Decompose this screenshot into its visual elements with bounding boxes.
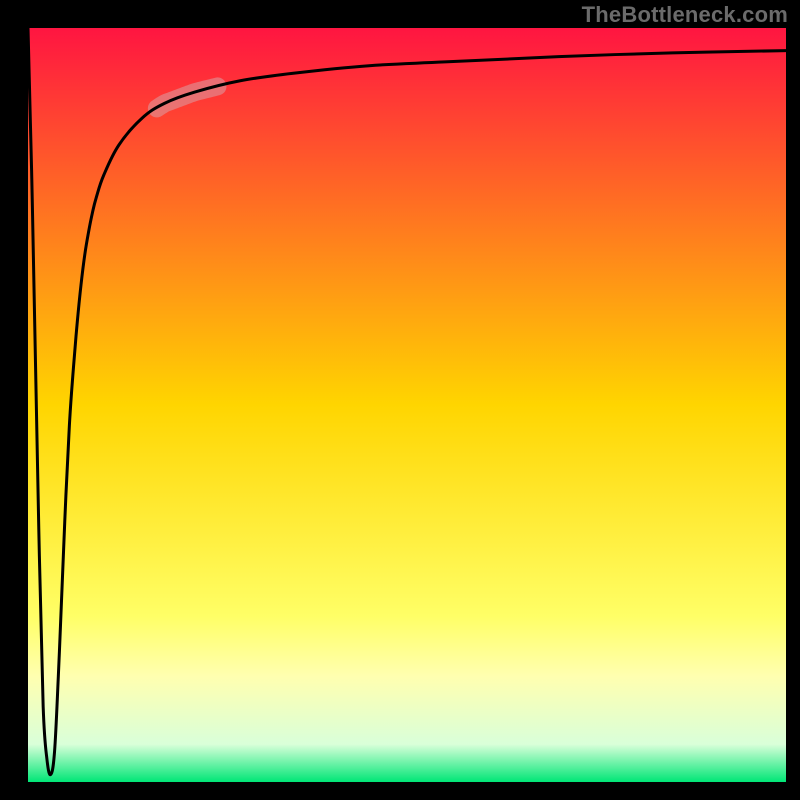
plot-background xyxy=(28,28,786,782)
chart-container: TheBottleneck.com xyxy=(0,0,800,800)
bottleneck-chart xyxy=(0,0,800,800)
watermark-text: TheBottleneck.com xyxy=(582,2,788,28)
